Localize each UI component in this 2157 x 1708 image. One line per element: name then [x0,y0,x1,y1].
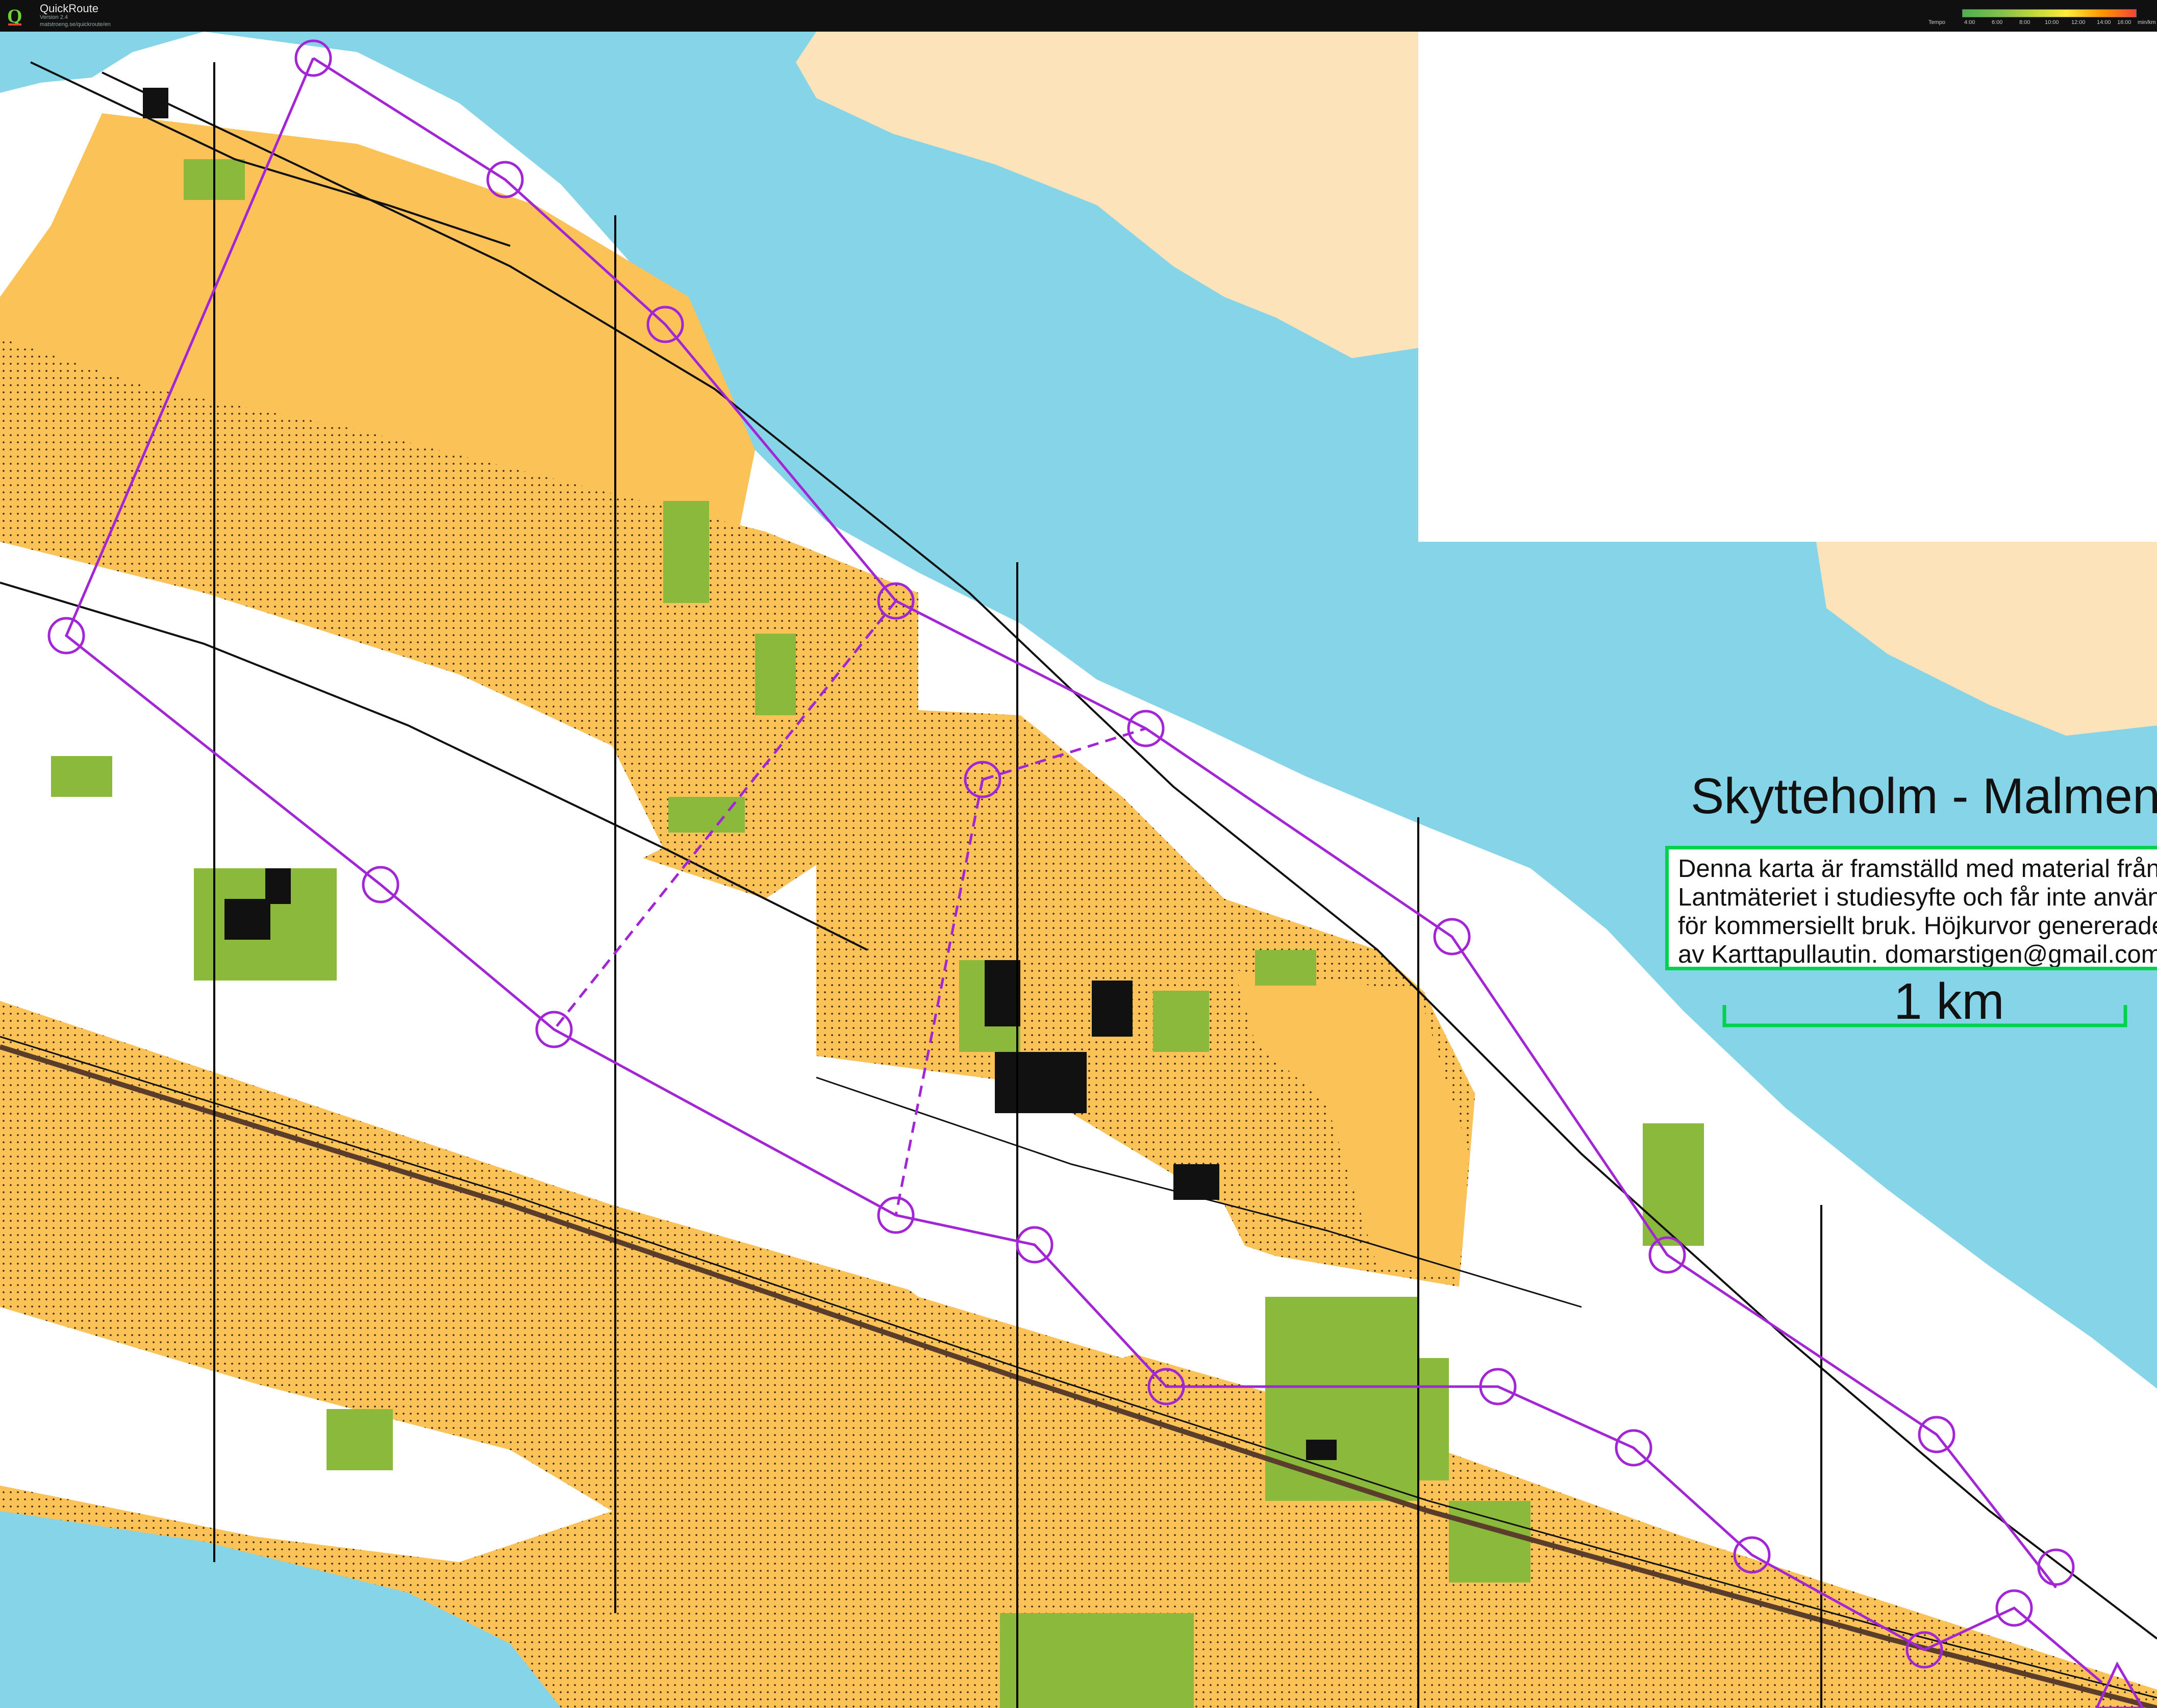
tempo-tick: 6:00 [1992,19,2003,26]
app-version: Version 2.4 [40,14,68,20]
scale-bar [1722,1005,2127,1027]
tempo-tick: 8:00 [2019,19,2030,26]
tempo-tick: 10:00 [2045,19,2059,26]
tempo-tick: 4:00 [1964,19,1975,26]
map-title: Skytteholm - Malmen [1691,768,2157,824]
copyright-line: av Karttapullautin. domarstigen@gmail.co… [1678,941,2157,968]
copyright-line: för kommersiellt bruk. Höjkurvor generer… [1678,912,2157,940]
copyright-notice: Denna karta är framställd med material f… [1665,846,2157,970]
tempo-color-scale [1962,9,2137,17]
tempo-legend: Tempo 4:00 6:00 8:00 10:00 12:00 14:00 1… [1928,8,2156,29]
app-url: matstroeng.se/quickroute/en [40,21,111,28]
tempo-tick: 14:00 [2097,19,2111,26]
copyright-line: Denna karta är framställd med material f… [1678,855,2157,883]
title-bar: Q QuickRoute Version 2.4 matstroeng.se/q… [0,0,2157,32]
app-name: QuickRoute [40,2,98,15]
tempo-tick: 12:00 [2071,19,2086,26]
copyright-line: Lantmäteriet i studiesyfte och får inte … [1678,884,2157,911]
tempo-unit: min/km [2138,19,2156,26]
tempo-tick: 16:00 [2117,19,2131,26]
tempo-legend-title: Tempo [1928,19,1946,26]
quickroute-logo-icon: Q [3,3,28,29]
